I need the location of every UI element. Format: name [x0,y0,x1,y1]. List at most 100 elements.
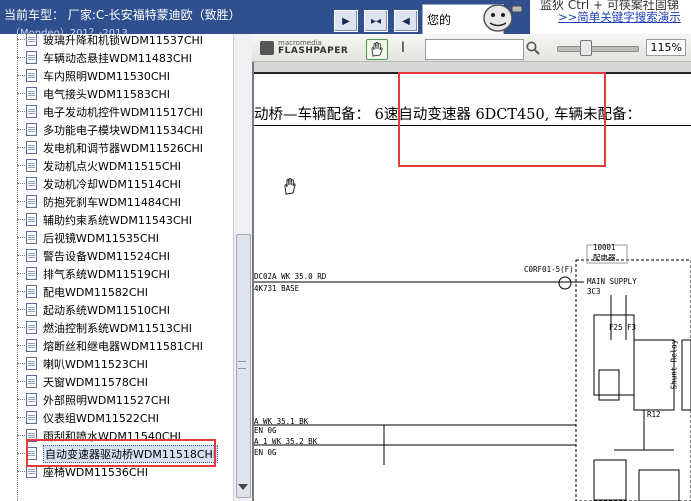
document-icon [26,159,37,172]
tree-item-label: 电子发动机控件WDM11517CHI [43,106,204,119]
document-icon [26,213,37,226]
tree-item-label: 发动机点火WDM11515CHI [43,160,182,173]
schematic-label: MAIN SUPPLY [587,277,637,286]
schematic-label: F3 [627,323,637,332]
search-icon[interactable] [525,40,541,56]
tree-connector [17,291,25,292]
tree-item[interactable]: 防抱死刹车WDM11484CHI [0,193,233,211]
tree-connector [17,363,25,364]
tree-item-label: 发动机冷却WDM11514CHI [43,178,182,191]
tree-item-label: 配电WDM11582CHI [43,286,149,299]
tree-item[interactable]: 燃油控制系统WDM11513CHI [0,319,233,337]
page-top-strip [254,62,691,72]
tree-item[interactable]: 玻璃升降和机锁WDM11537CHI [0,31,233,49]
tree-item[interactable]: 发动机冷却WDM11514CHI [0,175,233,193]
tree-item-label: 外部照明WDM11527CHI [43,394,171,407]
document-icon [26,231,37,244]
tree-item[interactable]: 仪表组WDM11522CHI [0,409,233,427]
zoom-slider-thumb[interactable] [580,40,592,56]
tree-connector [17,453,25,454]
tree-item[interactable]: 发电机和调节器WDM11526CHI [0,139,233,157]
tree-item[interactable]: 多功能电子模块WDM11534CHI [0,121,233,139]
tree-item-label: 车内照明WDM11530CHI [43,70,171,83]
promo-search-link[interactable]: >>简单关键字搜索演示 [558,9,681,25]
tree-item-label: 起动系统WDM11510CHI [43,304,171,317]
hand-tool-icon[interactable] [366,39,388,60]
fit-page-button[interactable]: ▸◂ [364,10,388,32]
tree-item[interactable]: 车内照明WDM11530CHI [0,67,233,85]
flashpaper-logo: macromedia FLASHPAPER [260,39,352,57]
tree-item[interactable]: 电气接头WDM11583CHI [0,85,233,103]
tree-item-label: 警告设备WDM11524CHI [43,250,171,263]
tree-item-label: 喇叭WDM11523CHI [43,358,149,371]
tree-connector [17,39,25,40]
tree-item[interactable]: 喇叭WDM11523CHI [0,355,233,373]
document-icon [26,267,37,280]
search-input[interactable] [425,39,524,60]
vehicle-title: 当前车型： 厂家:C-长安福特蒙迪欧（致胜） [4,8,241,22]
tree-item[interactable]: 警告设备WDM11524CHI [0,247,233,265]
tree-connector [17,111,25,112]
schematic-label: EN 0G [254,426,277,435]
tree-item[interactable]: 电子发动机控件WDM11517CHI [0,103,233,121]
document-icon [26,393,37,406]
tree-connector [17,273,25,274]
tree-item[interactable]: 熔断丝和继电器WDM11581CHI [0,337,233,355]
previous-page-button[interactable]: ◀ [394,10,418,32]
tree-item-label: 天窗WDM11578CHI [43,376,149,389]
tree-connector [17,237,25,238]
highlight-box-selected-item [26,439,216,467]
tree-scrollbar[interactable] [233,34,252,501]
zoom-level-field[interactable]: 115% [646,39,686,56]
tree-item[interactable]: 天窗WDM11578CHI [0,373,233,391]
fit-page-icon: ▸◂ [370,15,382,27]
macromedia-logo-icon [260,41,274,55]
tree-connector [17,93,25,94]
promo-box-text: 您的 [427,13,452,27]
first-page-button[interactable]: ▶ [334,10,358,32]
tree-item-label: 防抱死刹车WDM11484CHI [43,196,182,209]
schematic-label: 10001 [593,243,616,252]
tree-item-label: 发电机和调节器WDM11526CHI [43,142,204,155]
scroll-down-icon[interactable] [238,484,248,490]
hand-cursor-icon [284,178,296,195]
promo-banner: 监狄 Ctrl + 可筷案社固锑 >>简单关键字搜索演示 [530,0,691,34]
tree-connector [17,417,25,418]
document-icon [26,321,37,334]
document-icon [26,303,37,316]
schematic-label: 3C3 [587,287,601,296]
schematic-label: 配电器 [593,253,616,262]
schematic-label: DC02A WK 35.0 RD [254,272,327,281]
document-icon [26,249,37,262]
zoom-slider[interactable] [557,46,639,52]
tree-connector [17,219,25,220]
first-page-icon: ▶ [342,15,350,27]
tree-item[interactable]: 排气系统WDM11519CHI [0,265,233,283]
tree-connector [17,75,25,76]
tree-item[interactable]: 车辆动态悬挂WDM11483CHI [0,49,233,67]
tree-item-label: 多功能电子模块WDM11534CHI [43,124,204,137]
document-icon [26,123,37,136]
schematic-label: Shunt Relay [669,339,679,390]
tree-item[interactable]: 发动机点火WDM11515CHI [0,157,233,175]
document-icon [26,33,37,46]
tree-item[interactable]: 后视镜WDM11535CHI [0,229,233,247]
document-icon [26,51,37,64]
tree-connector [17,147,25,148]
tree-item-label: 仪表组WDM11522CHI [43,412,160,425]
tree-item[interactable]: 配电WDM11582CHI [0,283,233,301]
document-icon [26,69,37,82]
tree-item[interactable]: 辅助约束系统WDM11543CHI [0,211,233,229]
document-icon [26,285,37,298]
tree-connector [17,255,25,256]
text-select-icon[interactable]: I [397,40,409,58]
tree-item[interactable]: 起动系统WDM11510CHI [0,301,233,319]
tree-item-label: 后视镜WDM11535CHI [43,232,160,245]
schematic-label: EN 0G [254,448,277,457]
tree-connector [17,165,25,166]
tree-connector [17,309,25,310]
scroll-grip-icon [238,361,246,369]
mascot-icon [483,4,523,32]
tree-item-label: 车辆动态悬挂WDM11483CHI [43,52,193,65]
tree-item[interactable]: 外部照明WDM11527CHI [0,391,233,409]
